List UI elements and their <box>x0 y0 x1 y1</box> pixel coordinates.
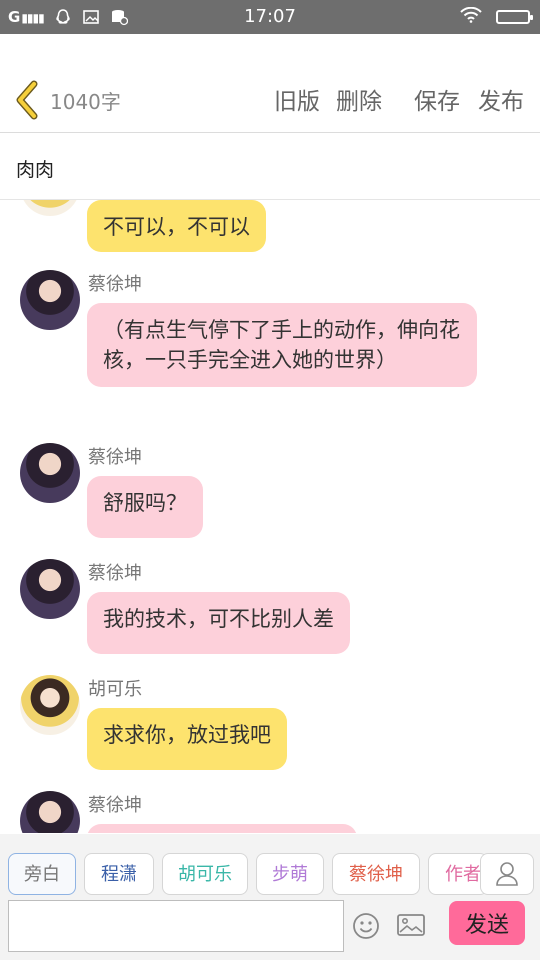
avatar[interactable] <box>20 200 80 216</box>
chat-area[interactable]: 不可以，不可以 蔡徐坤 （有点生气停下了手上的动作，伸向花核，一只手完全进入她的… <box>0 200 540 833</box>
speaker-name: 蔡徐坤 <box>88 795 142 816</box>
role-selector: 旁白 程潇 胡可乐 步萌 蔡徐坤 作者 <box>0 834 540 898</box>
chat-message[interactable]: 蔡徐坤 舒服吗？ <box>0 443 540 539</box>
user-icon <box>496 862 518 886</box>
delete-button[interactable]: 删除 <box>336 82 382 116</box>
image-icon <box>397 914 425 936</box>
chat-message[interactable]: 蔡徐坤 我的技术，可不比别人差 <box>0 559 540 655</box>
speaker-name: 胡可乐 <box>88 679 142 700</box>
chevron-left-icon <box>16 80 38 120</box>
role-author[interactable]: 作者 <box>428 853 488 895</box>
chat-message[interactable]: 蔡徐坤 <box>0 791 540 833</box>
word-count: 1040字 <box>50 90 121 114</box>
send-button[interactable]: 发送 <box>449 901 525 945</box>
avatar[interactable] <box>20 791 80 833</box>
message-bubble: （有点生气停下了手上的动作，伸向花核，一只手完全进入她的世界） <box>87 303 477 387</box>
wifi-icon <box>460 6 482 27</box>
publish-button[interactable]: 发布 <box>478 82 524 116</box>
speaker-name: 蔡徐坤 <box>88 274 142 295</box>
avatar[interactable] <box>20 559 80 619</box>
status-right <box>460 0 533 34</box>
avatar[interactable] <box>20 270 80 330</box>
back-button[interactable] <box>12 80 44 120</box>
avatar[interactable] <box>20 443 80 503</box>
smiley-icon <box>353 913 379 939</box>
editor-header: 1040字 旧版 删除 保存 发布 <box>0 34 540 133</box>
emoji-button[interactable] <box>352 912 380 940</box>
role-narrator[interactable]: 旁白 <box>8 853 76 895</box>
chat-message[interactable]: 胡可乐 求求你，放过我吧 <box>0 675 540 771</box>
message-input[interactable] <box>8 900 344 952</box>
old-version-button[interactable]: 旧版 <box>274 82 320 116</box>
message-bubble: 舒服吗？ <box>87 476 203 538</box>
image-button[interactable] <box>396 912 426 938</box>
role-chengxiao[interactable]: 程潇 <box>84 853 154 895</box>
role-bumeng[interactable]: 步萌 <box>256 853 324 895</box>
message-bubble <box>87 824 357 833</box>
chat-message[interactable]: 蔡徐坤 （有点生气停下了手上的动作，伸向花核，一只手完全进入她的世界） <box>0 270 540 430</box>
message-bubble: 不可以，不可以 <box>87 200 266 252</box>
message-bubble: 求求你，放过我吧 <box>87 708 287 770</box>
story-title-row[interactable]: 肉肉 <box>0 133 540 200</box>
speaker-name: 蔡徐坤 <box>88 447 142 468</box>
status-bar: G▮▮▮▮ 17:07 <box>0 0 540 34</box>
role-caixukun[interactable]: 蔡徐坤 <box>332 853 420 895</box>
battery-icon <box>496 10 533 24</box>
avatar[interactable] <box>20 675 80 735</box>
status-time: 17:07 <box>244 6 296 27</box>
chat-message[interactable]: 不可以，不可以 <box>0 200 540 252</box>
message-bubble: 我的技术，可不比别人差 <box>87 592 350 654</box>
save-button[interactable]: 保存 <box>414 82 460 116</box>
input-bar: 发送 <box>0 898 540 960</box>
story-title: 肉肉 <box>16 159 55 181</box>
speaker-name: 蔡徐坤 <box>88 563 142 584</box>
add-role-button[interactable] <box>480 853 534 895</box>
role-hukele[interactable]: 胡可乐 <box>162 853 248 895</box>
